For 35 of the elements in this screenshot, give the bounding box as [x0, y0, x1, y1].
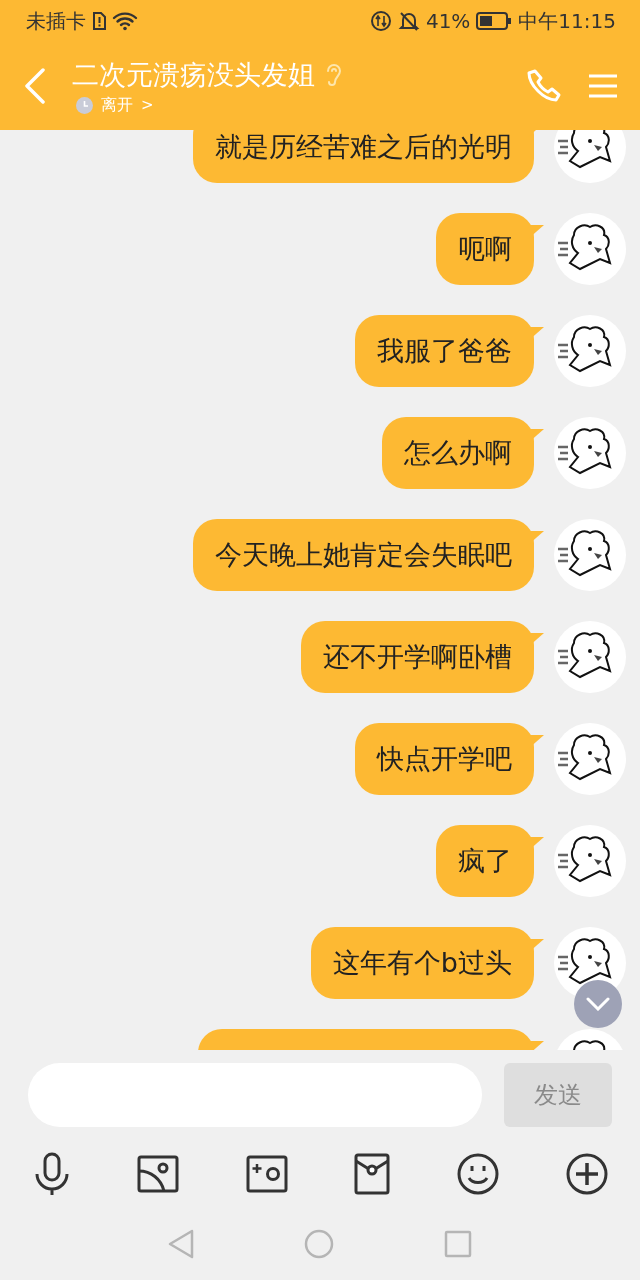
avatar[interactable] — [554, 315, 626, 387]
sim-alert-icon — [92, 12, 106, 30]
chat-title: 二次元溃疡没头发姐 — [72, 57, 315, 92]
avatar[interactable] — [554, 417, 626, 489]
data-saver-icon — [369, 10, 392, 32]
emoji-icon[interactable] — [457, 1153, 500, 1195]
clock-icon — [76, 96, 93, 114]
muted-bell-icon — [397, 10, 420, 32]
battery-percent: 41% — [425, 9, 471, 33]
clock-time: 中午11:15 — [518, 7, 616, 35]
plus-icon[interactable] — [566, 1153, 608, 1195]
message-bubble: 呃啊 — [436, 213, 544, 285]
camera-icon[interactable] — [245, 1155, 288, 1193]
avatar[interactable] — [554, 213, 626, 285]
avatar[interactable] — [554, 130, 626, 183]
image-icon[interactable] — [136, 1155, 179, 1193]
avatar[interactable] — [554, 825, 626, 897]
message-bubble: 疯了 — [436, 825, 544, 897]
avatar[interactable] — [554, 621, 626, 693]
message-bubble: 快点开学吧 — [355, 723, 544, 795]
avatar[interactable] — [554, 519, 626, 591]
chevron-down-icon — [586, 997, 610, 1011]
message-bubble: 怎么办啊 — [382, 417, 544, 489]
battery-icon — [476, 12, 513, 30]
carrier-text: 未插卡 — [26, 7, 86, 35]
avatar[interactable] — [554, 723, 626, 795]
envelope-icon[interactable] — [354, 1153, 391, 1195]
wifi-icon — [112, 11, 138, 31]
ear-icon — [325, 61, 343, 88]
presence-status[interactable]: 离开 > — [72, 94, 500, 116]
message-bubble: 这年有个b过头 — [310, 927, 544, 999]
message-bubble: 还不开学啊卧槽 — [301, 621, 544, 693]
message-bubble: 我服了爸爸 — [355, 315, 544, 387]
microphone-icon[interactable] — [34, 1152, 70, 1196]
message-bubble: 今天晚上她肯定会失眠吧 — [193, 519, 544, 591]
